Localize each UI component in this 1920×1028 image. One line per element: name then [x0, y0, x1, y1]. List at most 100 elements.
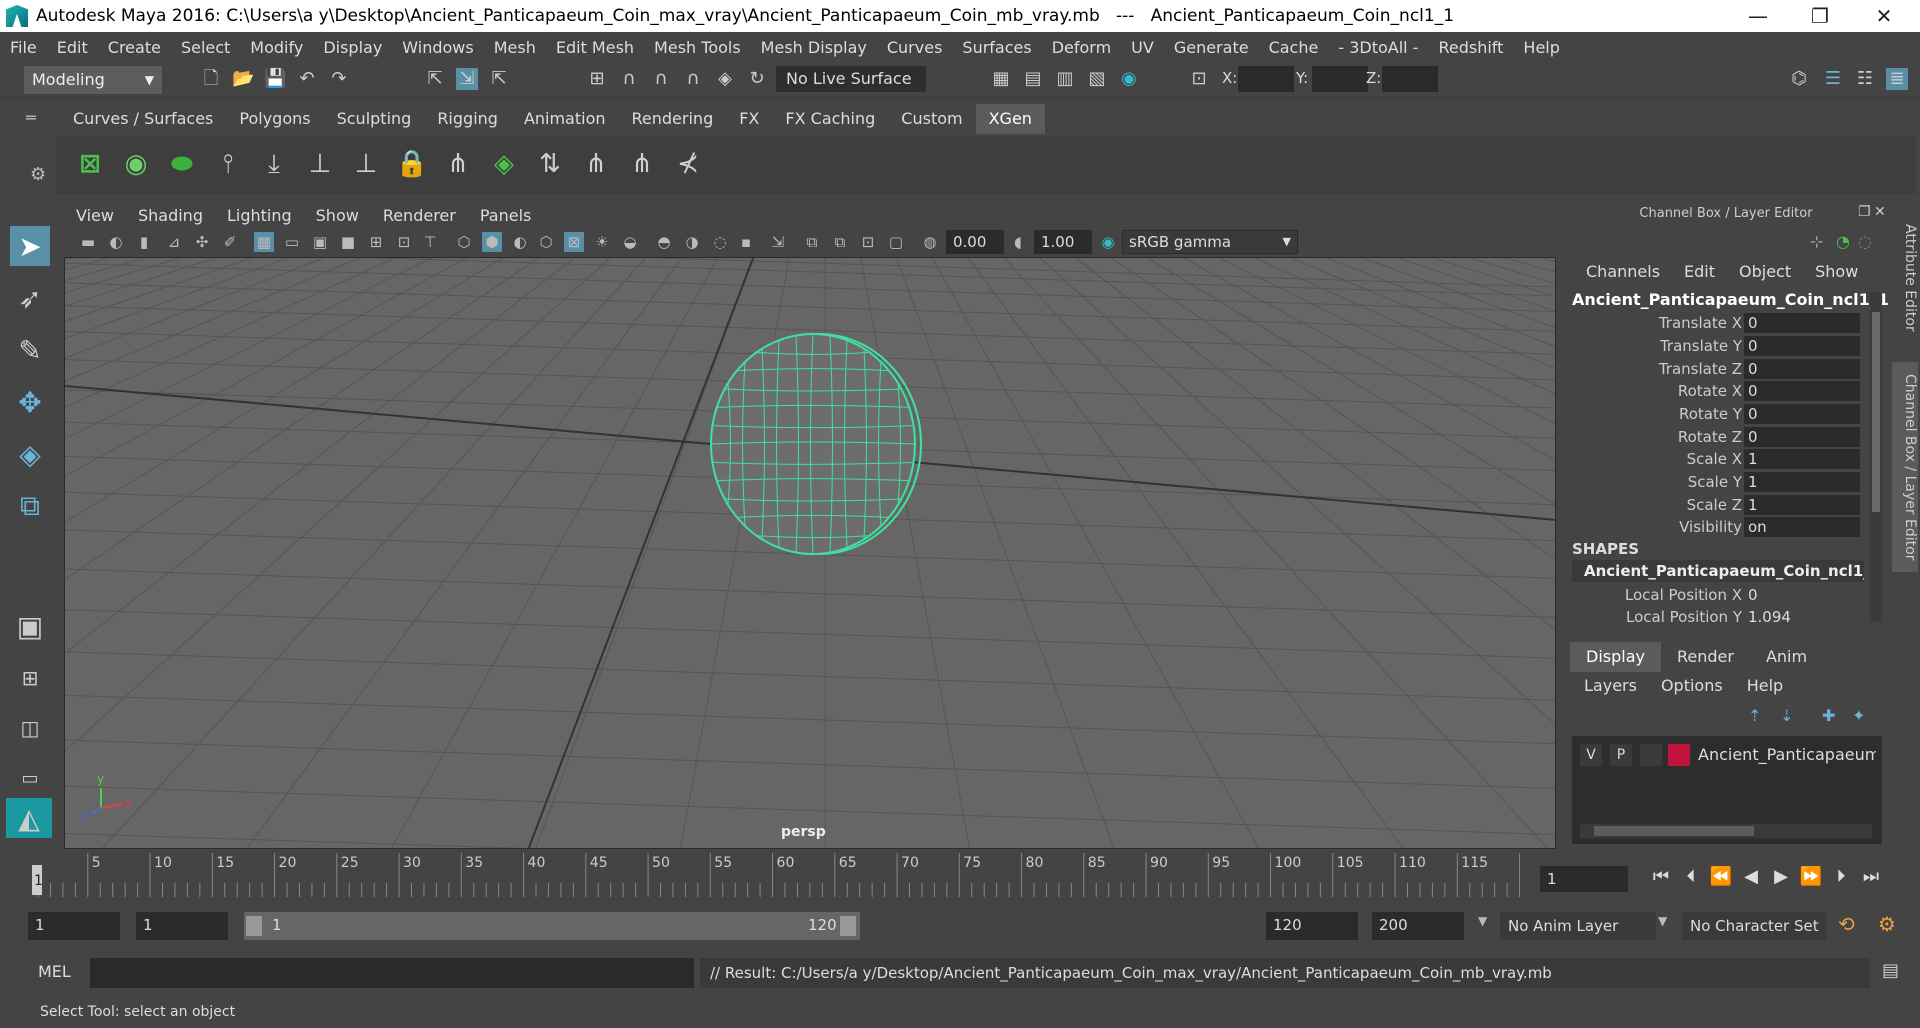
step-forward-key-icon[interactable]: ⏵ — [1826, 866, 1856, 887]
step-back-key-icon[interactable]: ⏴ — [1676, 866, 1706, 887]
grease-pencil-icon[interactable]: ✐ — [220, 232, 240, 252]
two-pane-layout-icon[interactable]: ◫ — [10, 708, 50, 748]
layer-visibility-toggle[interactable]: V — [1580, 744, 1602, 766]
motion-blur-icon[interactable]: ◑ — [682, 232, 702, 252]
attr-local-position-y[interactable]: Local Position Y 1.094 — [1572, 606, 1874, 628]
select-hierarchy-icon[interactable]: ⇱ — [424, 68, 446, 90]
menu-curves[interactable]: Curves — [877, 38, 953, 57]
attr-value[interactable]: 0 — [1744, 404, 1860, 424]
attr-value[interactable]: 1.094 — [1744, 607, 1860, 627]
tab-fx-caching[interactable]: FX Caching — [772, 104, 889, 134]
range-slider[interactable]: 1 120 — [244, 912, 860, 940]
save-scene-icon[interactable]: 💾 — [264, 68, 286, 90]
command-input[interactable] — [90, 958, 694, 988]
ambient-occlusion-icon[interactable]: ◓ — [654, 232, 674, 252]
tab-render[interactable]: Render — [1661, 642, 1750, 672]
menu-cache[interactable]: Cache — [1259, 38, 1329, 57]
anim-layer-dropdown[interactable]: No Anim Layer — [1500, 912, 1656, 940]
go-to-end-icon[interactable]: ⏭ — [1856, 866, 1886, 887]
close-button[interactable]: ✕ — [1854, 0, 1914, 32]
select-component-icon[interactable]: ⇱ — [488, 68, 510, 90]
xgen-description-icon[interactable]: ⬬ — [162, 144, 202, 184]
isolate-select-icon[interactable]: ⇲ — [768, 232, 788, 252]
image-plane-icon[interactable]: ⊿ — [164, 232, 184, 252]
vp-menu-panels[interactable]: Panels — [468, 206, 544, 225]
attr-value[interactable]: 1 — [1744, 472, 1860, 492]
lights-icon[interactable]: ☀ — [592, 232, 612, 252]
move-tool-icon[interactable]: ✥ — [10, 382, 50, 422]
attr-value[interactable]: 0 — [1744, 336, 1860, 356]
tab-fx[interactable]: FX — [726, 104, 773, 134]
four-pane-layout-icon[interactable]: ⊞ — [10, 658, 50, 698]
move-layer-up-icon[interactable]: ⇡ — [1748, 706, 1761, 725]
render-frame-icon[interactable]: ▤ — [1022, 68, 1044, 90]
anti-alias-icon[interactable]: ◌ — [710, 232, 730, 252]
menu-mesh[interactable]: Mesh — [484, 38, 546, 57]
hypershade-icon[interactable]: ◉ — [1118, 68, 1140, 90]
selected-object-name[interactable]: Ancient_Panticapaeum_Coin_ncl1_1 — [1572, 290, 1889, 309]
layer-menu-options[interactable]: Options — [1649, 676, 1735, 695]
rotate-tool-icon[interactable]: ◈ — [10, 434, 50, 474]
chevron-down-icon[interactable]: ▼ — [1658, 914, 1667, 928]
tab-attribute-editor[interactable]: Attribute Editor — [1892, 210, 1918, 346]
camera-attributes-icon[interactable]: ◐ — [106, 232, 126, 252]
guide-sculpt-icon[interactable]: ⋔ — [576, 144, 616, 184]
snap-surface-icon[interactable]: ◈ — [714, 68, 736, 90]
shape-node-name[interactable]: Ancient_Panticapaeum_Coin_ncl1_1... — [1572, 560, 1864, 582]
chevron-down-icon[interactable]: ▼ — [1478, 914, 1487, 928]
scrollbar-thumb[interactable] — [1594, 826, 1754, 836]
play-forwards-icon[interactable]: ▶ — [1766, 866, 1796, 887]
exposure-field[interactable]: 0.00 — [946, 230, 1004, 254]
snap-point-icon[interactable]: ∩ — [650, 68, 672, 90]
animation-end-field[interactable]: 200 — [1372, 912, 1464, 940]
channel-box-toggle-icon[interactable]: ≣ — [1886, 68, 1908, 90]
xray-joints-icon[interactable]: ⧉ — [830, 232, 850, 252]
menu-mesh-display[interactable]: Mesh Display — [751, 38, 877, 57]
tab-channel-box-layer-editor[interactable]: Channel Box / Layer Editor — [1892, 362, 1918, 572]
attr-rotate-y[interactable]: Rotate Y0 — [1572, 403, 1874, 425]
snap-grid-icon[interactable]: ⊞ — [586, 68, 608, 90]
maya-home-icon[interactable]: ◭ — [6, 798, 52, 838]
ipr-render-icon[interactable]: ▥ — [1054, 68, 1076, 90]
new-layer-selected-icon[interactable]: ✦ — [1852, 706, 1865, 725]
menu-deform[interactable]: Deform — [1042, 38, 1121, 57]
menu-redshift[interactable]: Redshift — [1428, 38, 1513, 57]
lasso-tool-icon[interactable]: ➶ — [10, 278, 50, 318]
maximize-button[interactable]: ❐ — [1790, 0, 1850, 32]
move-layer-down-icon[interactable]: ⇣ — [1780, 706, 1793, 725]
single-pane-layout-icon[interactable]: ▣ — [10, 606, 50, 646]
menu-edit[interactable]: Edit — [47, 38, 98, 57]
float-panel-icon[interactable]: ❐ — [1858, 204, 1871, 220]
layer-type-toggle[interactable] — [1640, 744, 1662, 766]
menu-mesh-tools[interactable]: Mesh Tools — [644, 38, 751, 57]
smooth-shade-icon[interactable]: ⬢ — [482, 232, 502, 252]
open-scene-icon[interactable]: 📂 — [232, 68, 254, 90]
speed-icon[interactable]: ◔ — [1836, 232, 1850, 251]
render-settings-icon[interactable]: ▧ — [1086, 68, 1108, 90]
remove-guide-cv-icon[interactable]: ⊥ — [346, 144, 386, 184]
time-slider[interactable]: 5 10 15 20 25 30 35 40 45 50 55 60 65 70 75 80 85 90 95 100… — [24, 853, 1541, 897]
guide-select-icon[interactable]: ◈ — [484, 144, 524, 184]
menu-create[interactable]: Create — [98, 38, 171, 57]
default-material-icon[interactable]: ◐ — [510, 232, 530, 252]
command-language-label[interactable]: MEL — [38, 962, 71, 981]
scrollbar-thumb[interactable] — [1872, 312, 1880, 512]
attr-translate-y[interactable]: Translate Y0 — [1572, 335, 1874, 357]
guide-bend-icon[interactable]: ⇅ — [530, 144, 570, 184]
undo-icon[interactable]: ↶ — [296, 68, 318, 90]
attr-rotate-x[interactable]: Rotate X0 — [1572, 380, 1874, 402]
snap-view-icon[interactable]: ∩ — [682, 68, 704, 90]
minimize-button[interactable]: — — [1728, 0, 1788, 32]
layer-row[interactable]: V P Ancient_Panticapaeum_C — [1580, 744, 1876, 768]
field-chart-icon[interactable]: ⊞ — [366, 232, 386, 252]
backface-icon[interactable]: ▢ — [886, 232, 906, 252]
attr-value[interactable]: 0 — [1744, 427, 1860, 447]
xgen-editor-icon[interactable]: ⊠ — [70, 144, 110, 184]
layer-name[interactable]: Ancient_Panticapaeum_C — [1698, 744, 1876, 766]
film-gate-icon[interactable]: ▭ — [282, 232, 302, 252]
guide-delete-icon[interactable]: ⊀ — [668, 144, 708, 184]
new-layer-icon[interactable]: ✚ — [1822, 706, 1835, 725]
close-panel-icon[interactable]: ✕ — [1874, 204, 1886, 220]
cb-menu-edit[interactable]: Edit — [1672, 262, 1727, 281]
play-backwards-icon[interactable]: ◀ — [1736, 866, 1766, 887]
